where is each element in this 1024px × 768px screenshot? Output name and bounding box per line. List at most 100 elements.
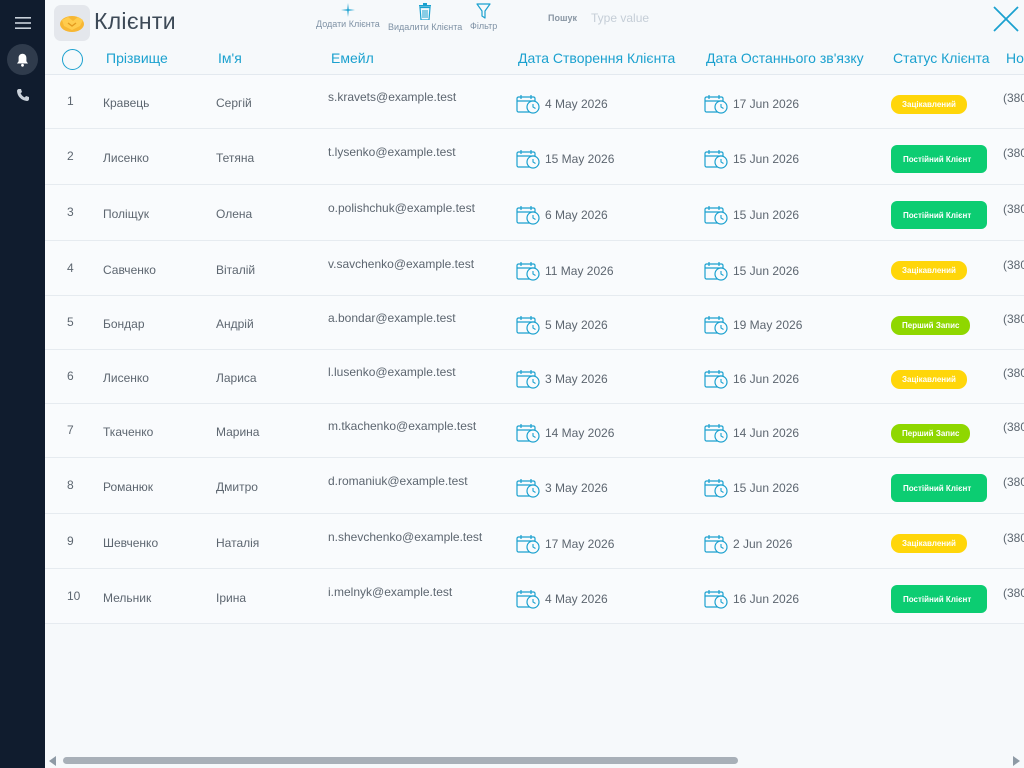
scroll-right-arrow[interactable] [1013, 756, 1020, 766]
table-row[interactable]: 8 Романюк Дмитро d.romaniuk@example.test 3 M… [45, 458, 1024, 514]
close-icon [993, 6, 1019, 32]
filter-button[interactable]: Фільтр [470, 3, 497, 31]
table-row[interactable]: 6 Лисенко Лариса l.lusenko@example.test 3 Ma… [45, 350, 1024, 404]
created-date-value: 4 May 2026 [545, 97, 608, 111]
last-contact-date-value: 15 Jun 2026 [733, 208, 800, 222]
column-header-first-name[interactable]: Ім'я [218, 50, 242, 66]
last-contact-date-value: 16 Jun 2026 [733, 592, 800, 606]
search-input[interactable] [591, 9, 701, 27]
scroll-thumb[interactable] [63, 757, 738, 764]
table-row[interactable]: 3 Поліщук Олена o.polishchuk@example.test 6 … [45, 185, 1024, 241]
table-row[interactable]: 7 Ткаченко Марина m.tkachenko@example.test 1… [45, 404, 1024, 458]
status-badge: Зацікавлений [891, 370, 967, 389]
row-number: 7 [67, 423, 74, 437]
calendar-clock-icon [704, 95, 728, 114]
status-badge: Зацікавлений [891, 261, 967, 280]
row-number: 1 [67, 94, 74, 108]
status-badge: Зацікавлений [891, 534, 967, 553]
column-header-last-contact[interactable]: Дата Останнього зв'язку [706, 50, 864, 66]
client-phone: (380 [1003, 91, 1024, 105]
client-email: s.kravets@example.test [328, 90, 457, 104]
calendar-clock-icon [516, 316, 540, 335]
notifications-button[interactable] [7, 44, 38, 75]
client-last-name: Романюк [103, 480, 153, 494]
calendar-clock-icon [516, 590, 540, 609]
select-all-checkbox[interactable] [62, 49, 83, 70]
last-contact-date: 15 Jun 2026 [704, 478, 799, 498]
column-header-email[interactable]: Емейл [331, 50, 374, 66]
client-last-name: Шевченко [103, 536, 159, 550]
table-row[interactable]: 2 Лисенко Тетяна t.lysenko@example.test 15 M… [45, 129, 1024, 185]
client-first-name: Марина [216, 425, 260, 439]
row-number: 9 [67, 534, 74, 548]
client-last-name: Лисенко [103, 151, 149, 165]
calendar-clock-icon [704, 150, 728, 169]
status-badge: Постійний Клієнт [891, 145, 987, 173]
client-email: l.lusenko@example.test [328, 365, 456, 379]
table-row[interactable]: 1 Кравець Сергій s.kravets@example.test 4 Ma… [45, 75, 1024, 129]
last-contact-date-value: 16 Jun 2026 [733, 372, 800, 386]
table-row[interactable]: 5 Бондар Андрій a.bondar@example.test 5 May … [45, 296, 1024, 350]
table-row[interactable]: 4 Савченко Віталій v.savchenko@example.test… [45, 241, 1024, 296]
table-header: Прізвище Ім'я Емейл Дата Створення Клієн… [45, 44, 1024, 75]
client-email: t.lysenko@example.test [328, 145, 456, 159]
add-client-button[interactable]: Додати Клієнта [316, 3, 380, 29]
last-contact-date: 15 Jun 2026 [704, 205, 799, 225]
created-date: 6 May 2026 [516, 205, 608, 225]
last-contact-date-value: 15 Jun 2026 [733, 152, 800, 166]
created-date-value: 14 May 2026 [545, 426, 615, 440]
status-badge: Постійний Клієнт [891, 201, 987, 229]
delete-client-label: Видалити Клієнта [388, 22, 463, 32]
last-contact-date-value: 14 Jun 2026 [733, 426, 800, 440]
column-header-last-name[interactable]: Прізвище [106, 50, 168, 66]
client-phone: (380 [1003, 312, 1024, 326]
client-phone: (380 [1003, 258, 1024, 272]
last-contact-date: 15 Jun 2026 [704, 149, 799, 169]
created-date: 3 May 2026 [516, 478, 608, 498]
row-number: 5 [67, 315, 74, 329]
client-first-name: Андрій [216, 317, 254, 331]
last-contact-date: 15 Jun 2026 [704, 261, 799, 281]
calendar-clock-icon [704, 370, 728, 389]
client-table: 1 Кравець Сергій s.kravets@example.test 4 Ma… [45, 75, 1024, 624]
created-date: 3 May 2026 [516, 369, 608, 389]
client-email: a.bondar@example.test [328, 311, 456, 325]
app-logo [54, 5, 90, 41]
calendar-clock-icon [704, 206, 728, 225]
horizontal-scrollbar[interactable] [45, 752, 1024, 768]
calendar-clock-icon [704, 424, 728, 443]
calendar-clock-icon [704, 535, 728, 554]
delete-client-button[interactable]: Видалити Клієнта [388, 3, 462, 32]
table-row[interactable]: 10 Мельник Ірина i.melnyk@example.test 4 May… [45, 569, 1024, 624]
client-last-name: Поліщук [103, 207, 149, 221]
created-date: 14 May 2026 [516, 423, 614, 443]
status-badge: Перший Запис [891, 316, 971, 335]
client-email: m.tkachenko@example.test [328, 419, 477, 433]
status-badge: Постійний Клієнт [891, 474, 987, 502]
scroll-left-arrow[interactable] [49, 756, 56, 766]
column-header-created[interactable]: Дата Створення Клієнта [518, 50, 675, 66]
client-phone: (380 [1003, 202, 1024, 216]
client-email: n.shevchenko@example.test [328, 530, 483, 544]
created-date-value: 5 May 2026 [545, 318, 608, 332]
calls-button[interactable] [0, 84, 45, 106]
menu-button[interactable] [0, 8, 45, 38]
close-button[interactable] [991, 4, 1021, 34]
created-date: 11 May 2026 [516, 261, 614, 281]
last-contact-date: 17 Jun 2026 [704, 94, 799, 114]
client-last-name: Савченко [103, 263, 156, 277]
calendar-clock-icon [704, 479, 728, 498]
client-phone: (380 [1003, 420, 1024, 434]
column-header-phone[interactable]: Но [1006, 50, 1024, 66]
calendar-clock-icon [516, 479, 540, 498]
add-client-label: Додати Клієнта [316, 19, 380, 29]
created-date-value: 11 May 2026 [545, 264, 614, 278]
table-row[interactable]: 9 Шевченко Наталія n.shevchenko@example.tes… [45, 514, 1024, 569]
filter-label: Фільтр [470, 21, 498, 31]
row-number: 2 [67, 149, 74, 163]
created-date-value: 17 May 2026 [545, 537, 615, 551]
client-last-name: Бондар [103, 317, 145, 331]
client-email: v.savchenko@example.test [328, 257, 475, 271]
column-header-status[interactable]: Статус Клієнта [893, 50, 990, 66]
handshake-icon [60, 16, 84, 32]
